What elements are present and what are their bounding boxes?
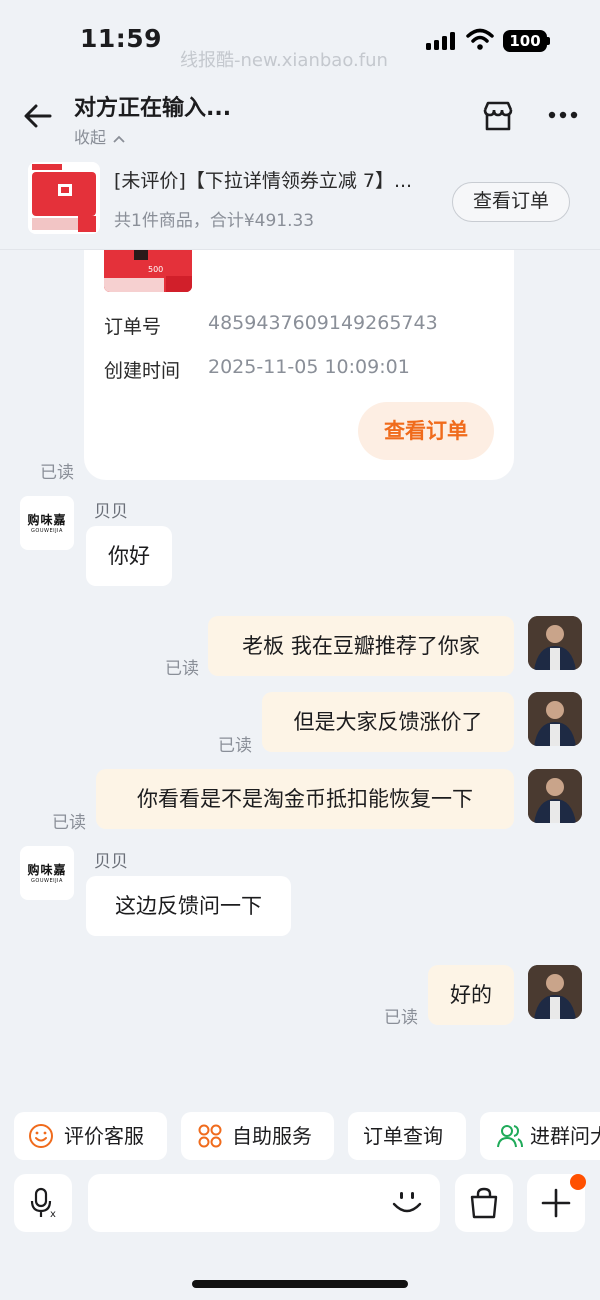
shop-logo-text: 购味嘉 [27,863,67,877]
chevron-up-icon [113,135,125,143]
collapse-toggle[interactable]: 收起 [74,124,125,148]
chip-label: 订单查询 [363,1124,443,1148]
read-receipt: 已读 [384,1008,418,1028]
read-receipt: 已读 [40,463,74,483]
user-photo [528,769,582,823]
message-bubble: 好的 [428,965,514,1025]
message-bubble: 这边反馈问一下 [86,876,291,936]
users-icon [497,1125,523,1148]
collapse-label: 收起 [74,128,107,147]
user-photo [528,616,582,670]
message-bubble: 你看看是不是淘金币抵扣能恢复一下 [96,769,514,829]
chip-label: 自助服务 [232,1124,312,1148]
notification-dot [570,1174,586,1190]
more-icon[interactable] [548,110,578,120]
smile-icon [29,1124,53,1148]
battery-indicator: 100 [503,30,547,52]
order-number: 4859437609149265743 [208,312,438,334]
view-order-button[interactable]: 查看订单 [452,182,570,222]
shop-avatar[interactable]: 购味嘉 GOUWEIJIA [20,846,74,900]
microphone-icon: x [30,1187,56,1219]
shop-logo-text: 购味嘉 [27,513,67,527]
order-title: [未评价]【下拉详情领券立减 7】... [114,170,413,192]
watermark: 线报酷-new.xianbao.fun [180,50,388,71]
message-bubble: 你好 [86,526,172,586]
order-card-image[interactable]: 500 [104,250,192,292]
read-receipt: 已读 [165,659,199,679]
message-bubble: 但是大家反馈涨价了 [262,692,514,752]
shopping-bag-button[interactable] [455,1174,513,1232]
status-time: 11:59 [80,24,163,53]
back-arrow-icon[interactable] [22,100,54,132]
sender-name: 贝贝 [94,502,128,522]
signal-icon [426,32,455,50]
chip-label: 进群问大 [530,1124,600,1148]
order-summary: 共1件商品，合计¥491.33 [114,211,315,231]
read-receipt: 已读 [218,736,252,756]
battery-tip [547,37,550,45]
grid-dots-icon [198,1124,222,1148]
quick-action-order-query[interactable]: 订单查询 [348,1112,466,1160]
product-image-price: 500 [148,265,163,274]
read-receipt: 已读 [52,813,86,833]
product-image [28,162,100,234]
voice-input-button[interactable]: x [14,1174,72,1232]
svg-text:x: x [50,1209,56,1219]
home-indicator [192,1280,408,1288]
message-bubble: 老板 我在豆瓣推荐了你家 [208,616,514,676]
plus-icon [541,1188,571,1218]
user-photo [528,692,582,746]
card-view-order-button[interactable]: 查看订单 [358,402,494,460]
message-input[interactable] [88,1174,440,1232]
shopping-bag-icon [470,1187,498,1219]
user-avatar[interactable] [528,769,582,823]
user-avatar[interactable] [528,692,582,746]
order-number-label: 订单号 [104,316,162,338]
chip-label: 评价客服 [64,1124,144,1148]
chat-title: 对方正在输入... [74,96,232,121]
sender-name: 贝贝 [94,852,128,872]
shop-avatar[interactable]: 购味嘉 GOUWEIJIA [20,496,74,550]
shop-logo-subtext: GOUWEIJIA [31,878,63,884]
user-avatar[interactable] [528,616,582,670]
store-icon[interactable] [480,98,516,134]
quick-action-self-service[interactable]: 自助服务 [181,1112,334,1160]
quick-action-join-group[interactable]: 进群问大 [480,1112,600,1160]
quick-action-rate-service[interactable]: 评价客服 [14,1112,167,1160]
created-time: 2025-11-05 10:09:01 [208,356,410,378]
product-image: 500 [104,250,192,292]
wifi-icon [466,28,494,50]
emoji-icon[interactable] [390,1186,424,1220]
user-avatar[interactable] [528,965,582,1019]
shop-logo-subtext: GOUWEIJIA [31,528,63,534]
user-photo [528,965,582,1019]
created-time-label: 创建时间 [104,360,181,382]
product-thumbnail[interactable] [28,162,100,234]
